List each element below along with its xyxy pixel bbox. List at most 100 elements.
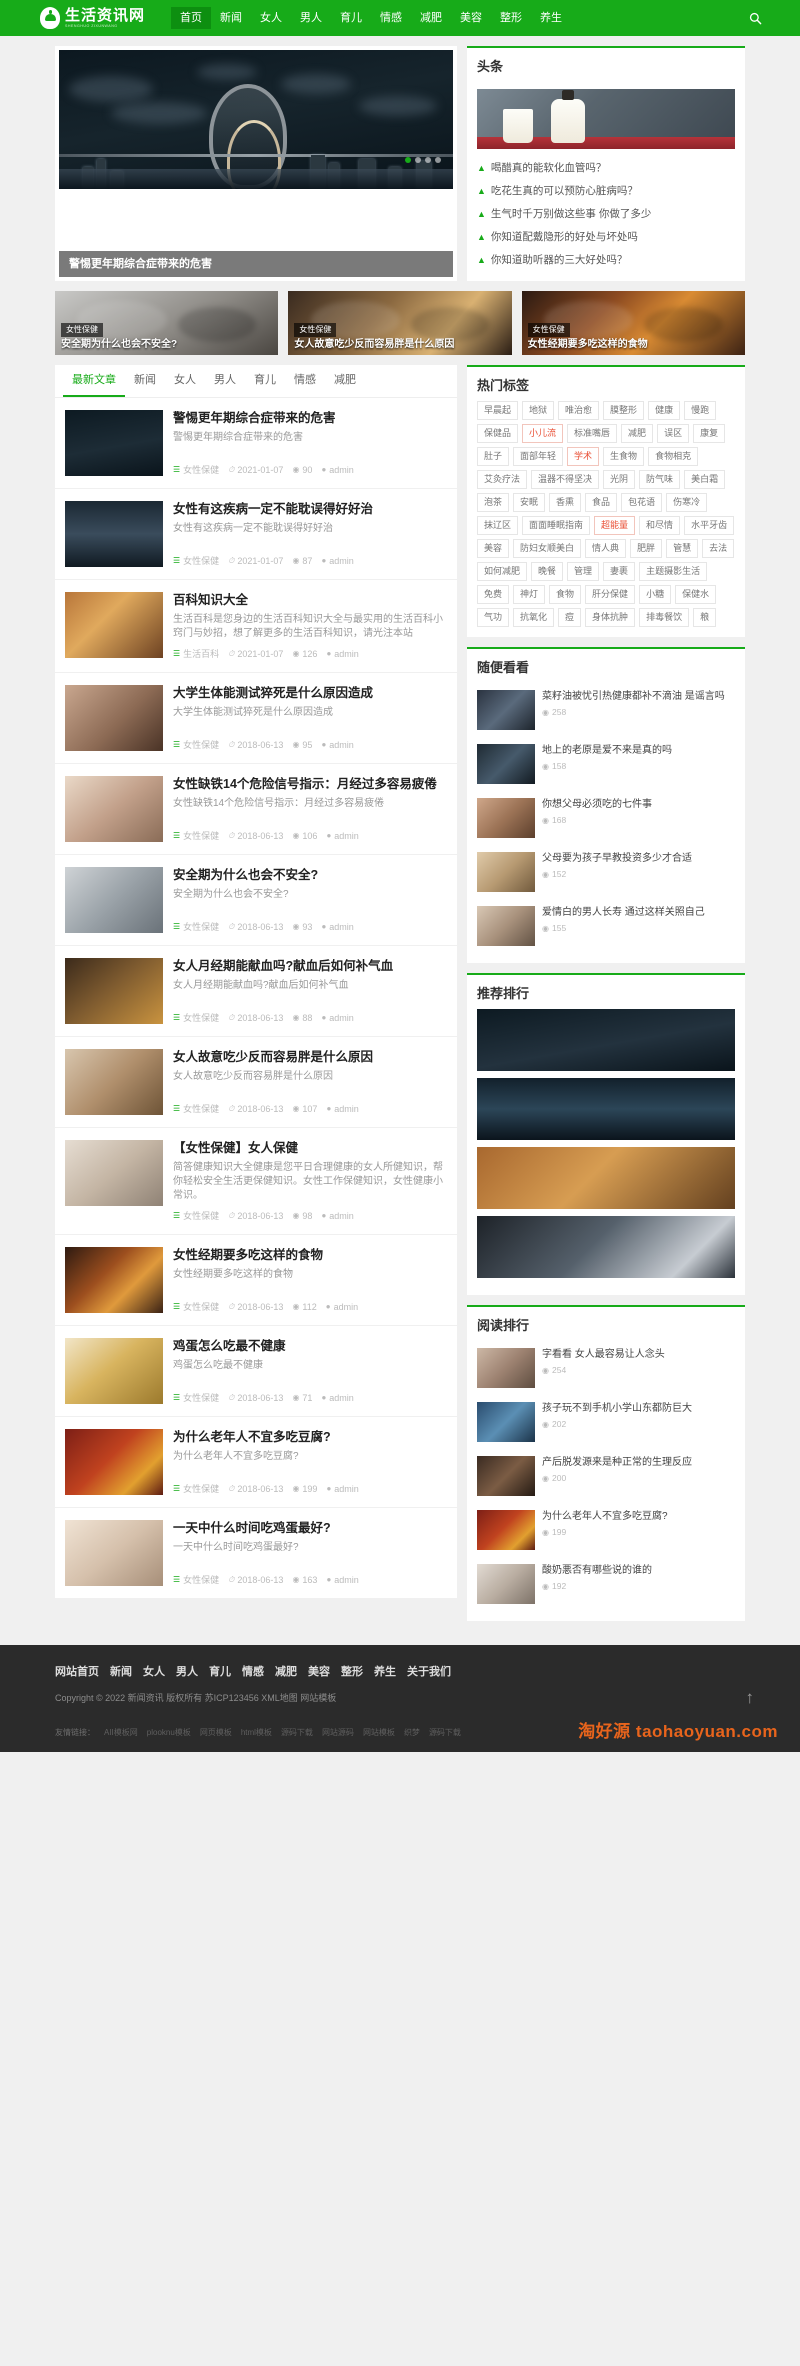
footer-nav-item-9[interactable]: 养生 (374, 1663, 396, 1679)
post-title[interactable]: 女人月经期能献血吗?献血后如何补气血 (173, 958, 447, 974)
tag-item[interactable]: 温器不得坚决 (531, 470, 600, 489)
post-category[interactable]: ☰ 女性保健 (173, 1573, 219, 1586)
tag-item[interactable]: 康复 (693, 424, 726, 443)
reading-thumbnail[interactable] (477, 1564, 535, 1604)
footer-nav-item-5[interactable]: 情感 (242, 1663, 264, 1679)
post-category[interactable]: ☰ 生活百科 (173, 647, 219, 660)
friend-link[interactable]: html模板 (241, 1727, 272, 1738)
lookat-item-title[interactable]: 爱情白的男人长寿 通过这样关照自己 (542, 906, 735, 919)
tag-item[interactable]: 情人典 (585, 539, 627, 558)
tag-item[interactable]: 肝分保健 (585, 585, 636, 604)
tag-item[interactable]: 标准嘴唇 (567, 424, 618, 443)
tag-item[interactable]: 生食物 (603, 447, 645, 466)
tag-item[interactable]: 抹辽区 (477, 516, 519, 535)
headline-item[interactable]: ▲ 你知道助听器的三大好处吗？ (477, 248, 735, 271)
tag-item[interactable]: 抗氧化 (513, 608, 555, 627)
tag-item[interactable]: 面面睡眠指南 (522, 516, 591, 535)
post-title[interactable]: 【女性保健】女人保健 (173, 1140, 447, 1156)
post-title[interactable]: 女性经期要多吃这样的食物 (173, 1247, 447, 1263)
hero-caption[interactable]: 警惕更年期综合症带来的危害 (59, 251, 453, 277)
nav-item-3[interactable]: 男人 (291, 7, 331, 29)
lookat-item-title[interactable]: 菜籽油被忧引热健康都补不滴油 是谣言吗 (542, 690, 735, 703)
lookat-thumbnail[interactable] (477, 852, 535, 892)
footer-nav-item-3[interactable]: 男人 (176, 1663, 198, 1679)
tag-item[interactable]: 超能量 (594, 516, 636, 535)
tag-item[interactable]: 包花语 (621, 493, 663, 512)
tag-item[interactable]: 保健水 (675, 585, 717, 604)
post-thumbnail[interactable] (65, 776, 163, 842)
post-category[interactable]: ☰ 女性保健 (173, 1482, 219, 1495)
site-logo[interactable]: 生活资讯网 SHENGHUO ZIXUNWANG (40, 7, 145, 29)
tab-2[interactable]: 女人 (165, 365, 205, 397)
tag-item[interactable]: 水平牙齿 (684, 516, 735, 535)
tag-item[interactable]: 排毒餐饮 (639, 608, 690, 627)
tag-item[interactable]: 免费 (477, 585, 510, 604)
footer-nav-item-6[interactable]: 减肥 (275, 1663, 297, 1679)
post-title[interactable]: 女人故意吃少反而容易胖是什么原因 (173, 1049, 447, 1065)
tag-item[interactable]: 主题摄影生活 (639, 562, 708, 581)
tag-item[interactable]: 膜整形 (603, 401, 645, 420)
post-thumbnail[interactable] (65, 1429, 163, 1495)
tag-item[interactable]: 健康 (648, 401, 681, 420)
tag-item[interactable]: 美白霜 (684, 470, 726, 489)
feature-card[interactable]: 女性保健 女性经期要多吃这样的食物 (521, 291, 745, 355)
tab-4[interactable]: 育儿 (245, 365, 285, 397)
post-item[interactable]: 大学生体能测试猝死是什么原因造成 大学生体能测试猝死是什么原因造成 ☰ 女性保健 … (55, 673, 457, 764)
post-thumbnail[interactable] (65, 867, 163, 933)
post-category[interactable]: ☰ 女性保健 (173, 738, 219, 751)
tag-item[interactable]: 食物 (549, 585, 582, 604)
post-category[interactable]: ☰ 女性保健 (173, 920, 219, 933)
post-category[interactable]: ☰ 女性保健 (173, 1102, 219, 1115)
friend-link[interactable]: 网站模板 (363, 1727, 395, 1738)
recommend-image[interactable] (477, 1078, 735, 1140)
arrow-up-icon[interactable]: ↑ (746, 1688, 755, 1708)
tag-item[interactable]: 妻裹 (603, 562, 636, 581)
tag-item[interactable]: 如何减肥 (477, 562, 528, 581)
tag-item[interactable]: 神灯 (513, 585, 546, 604)
reading-item[interactable]: 酸奶悪否有哪些说的谁的 ◉ 192 (477, 1557, 735, 1611)
tag-item[interactable]: 安眠 (513, 493, 546, 512)
lookat-item[interactable]: 父母要为孩子早教投资多少才合适 ◉ 152 (477, 845, 735, 899)
recommend-image[interactable] (477, 1009, 735, 1071)
reading-item[interactable]: 孩子玩不到手机小学山东都防巨大 ◉ 202 (477, 1395, 735, 1449)
tag-item[interactable]: 粮 (693, 608, 717, 627)
post-title[interactable]: 警惕更年期综合症带来的危害 (173, 410, 447, 426)
recommend-image[interactable] (477, 1216, 735, 1278)
nav-item-9[interactable]: 养生 (531, 7, 571, 29)
reading-thumbnail[interactable] (477, 1402, 535, 1442)
tab-6[interactable]: 减肥 (325, 365, 365, 397)
headline-image[interactable] (477, 89, 735, 149)
post-thumbnail[interactable] (65, 958, 163, 1024)
post-title[interactable]: 大学生体能测试猝死是什么原因造成 (173, 685, 447, 701)
tag-item[interactable]: 肥胖 (630, 539, 663, 558)
lookat-item-title[interactable]: 你想父母必须吃的七件事 (542, 798, 735, 811)
post-item[interactable]: 女人月经期能献血吗?献血后如何补气血 女人月经期能献血吗?献血后如何补气血 ☰ 女… (55, 946, 457, 1037)
tag-item[interactable]: 和尽情 (639, 516, 681, 535)
post-thumbnail[interactable] (65, 1520, 163, 1586)
tag-item[interactable]: 香熏 (549, 493, 582, 512)
slider-dots[interactable] (405, 157, 441, 163)
nav-item-0[interactable]: 首页 (171, 7, 212, 29)
search-icon[interactable] (744, 7, 766, 29)
tag-item[interactable]: 管慧 (666, 539, 699, 558)
post-title[interactable]: 女性有这疾病一定不能耽误得好好治 (173, 501, 447, 517)
tab-0[interactable]: 最新文章 (63, 365, 125, 397)
tag-item[interactable]: 食品 (585, 493, 618, 512)
post-category[interactable]: ☰ 女性保健 (173, 1011, 219, 1024)
post-thumbnail[interactable] (65, 1140, 163, 1206)
lookat-item[interactable]: 你想父母必须吃的七件事 ◉ 168 (477, 791, 735, 845)
tag-item[interactable]: 管理 (567, 562, 600, 581)
tag-item[interactable]: 身体抗肿 (585, 608, 636, 627)
post-title[interactable]: 为什么老年人不宜多吃豆腐? (173, 1429, 447, 1445)
tag-item[interactable]: 面部年轻 (513, 447, 564, 466)
post-item[interactable]: 警惕更年期综合症带来的危害 警惕更年期综合症带来的危害 ☰ 女性保健 ⏱ 2021-… (55, 398, 457, 489)
tag-item[interactable]: 气功 (477, 608, 510, 627)
footer-nav-item-4[interactable]: 育儿 (209, 1663, 231, 1679)
lookat-item-title[interactable]: 地上的老原是爱不来是真的吗 (542, 744, 735, 757)
feature-card[interactable]: 女性保健 女人故意吃少反而容易胖是什么原因 (288, 291, 512, 355)
tag-item[interactable]: 唯治愈 (558, 401, 600, 420)
friend-link[interactable]: 网站源码 (322, 1727, 354, 1738)
tab-1[interactable]: 新闻 (125, 365, 165, 397)
post-item[interactable]: 女人故意吃少反而容易胖是什么原因 女人故意吃少反而容易胖是什么原因 ☰ 女性保健 … (55, 1037, 457, 1128)
footer-nav-item-0[interactable]: 网站首页 (55, 1663, 99, 1679)
